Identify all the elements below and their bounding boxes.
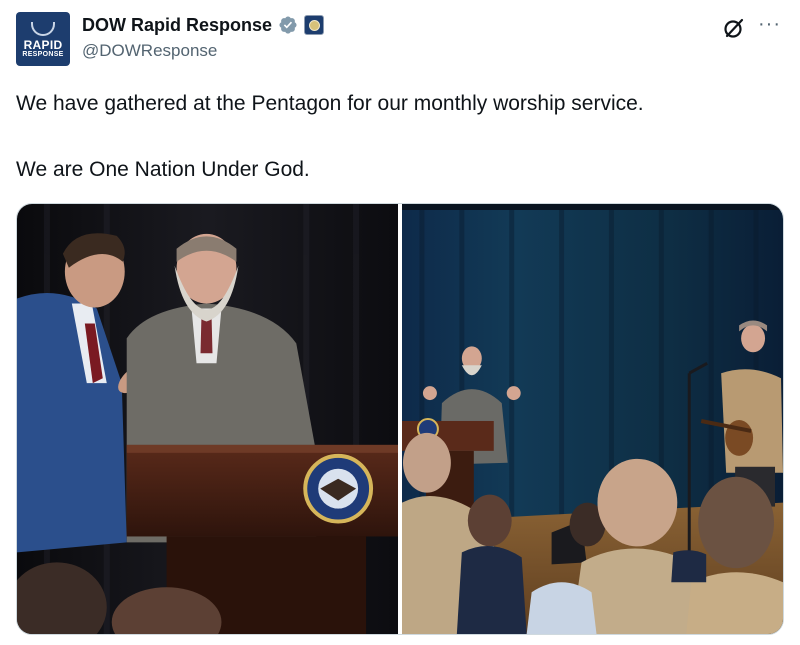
dow-seal-badge-icon[interactable] bbox=[304, 15, 325, 35]
avatar[interactable]: RAPID RESPONSE bbox=[16, 12, 70, 66]
media-grid bbox=[16, 203, 784, 635]
display-name[interactable]: DOW Rapid Response bbox=[82, 15, 272, 36]
name-row: DOW Rapid Response bbox=[82, 14, 325, 36]
photo-worship-stage[interactable] bbox=[402, 204, 783, 634]
pentagon-logo-icon bbox=[31, 22, 55, 36]
avatar-text-rapid: RAPID bbox=[23, 38, 63, 52]
post-text-line-1: We have gathered at the Pentagon for our… bbox=[16, 92, 644, 115]
post-text-line-2: We are One Nation Under God. bbox=[16, 158, 310, 181]
avatar-text-response: RESPONSE bbox=[22, 51, 64, 58]
more-options-icon[interactable]: ··· bbox=[758, 14, 781, 34]
handle[interactable]: @DOWResponse bbox=[82, 41, 217, 61]
verified-badge-icon[interactable] bbox=[278, 15, 298, 35]
grok-icon[interactable] bbox=[722, 16, 746, 40]
photo-podium-prayer[interactable] bbox=[17, 204, 398, 634]
